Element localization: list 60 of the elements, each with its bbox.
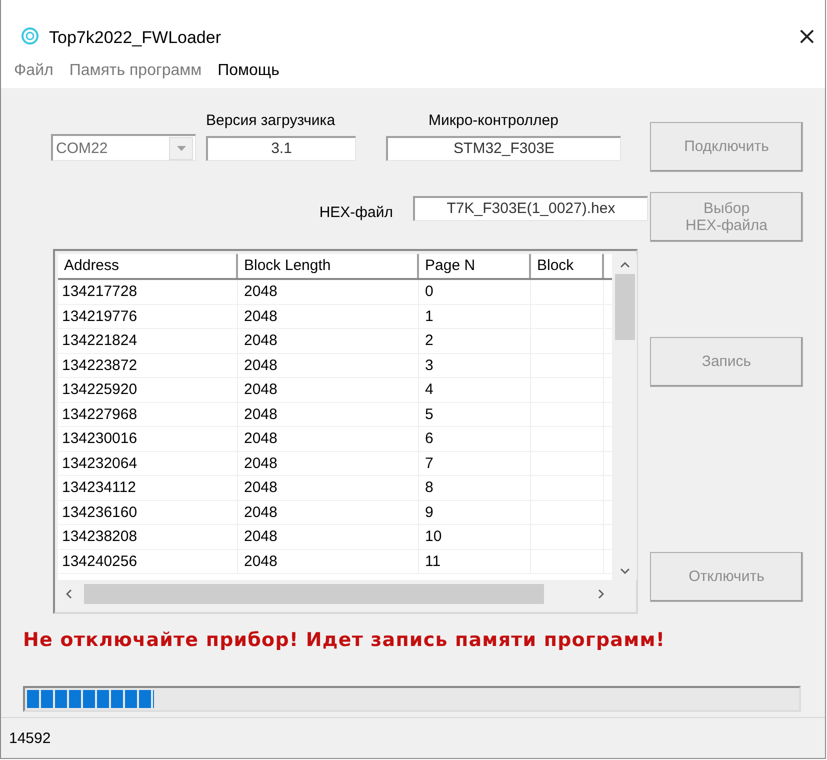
table-cell: 7 (419, 452, 531, 475)
caret-icon (176, 146, 186, 150)
table-cell: 10 (419, 525, 531, 548)
status-text: 14592 (9, 730, 51, 746)
scroll-left-icon[interactable] (66, 588, 72, 598)
table-cell: 4 (419, 378, 531, 402)
table-cell: 2048 (238, 329, 419, 352)
table-cell: 0 (419, 280, 531, 304)
table-cell: 134230016 (58, 427, 238, 450)
app-icon (21, 27, 39, 45)
table-cell: 134223872 (58, 354, 238, 377)
table-cell: 134221824 (58, 329, 238, 352)
column-header[interactable]: Block Length (238, 254, 419, 278)
table-cell: 9 (419, 500, 531, 524)
table-cell: 2048 (238, 452, 419, 475)
field-label: Микро-контроллер (428, 112, 560, 130)
table-cell: 134232064 (58, 452, 238, 475)
table-cell: 2048 (238, 304, 419, 328)
table-cell: 11 (419, 550, 531, 573)
table-cell: 2048 (238, 378, 419, 402)
table-cell: 6 (419, 427, 531, 450)
table-cell: 2048 (238, 280, 419, 304)
scroll-up-icon[interactable] (620, 262, 630, 268)
table-cell: 134240256 (58, 550, 238, 573)
table-cell: 134238208 (58, 525, 238, 548)
table-cell: 5 (419, 402, 531, 426)
field-label: Версия загрузчика (206, 112, 336, 130)
table-cell: 134217728 (58, 280, 238, 304)
column-header[interactable]: Address (58, 254, 238, 278)
version-field: 3.1 (206, 136, 356, 161)
column-header[interactable]: Page N (419, 254, 531, 278)
hex-file-field: T7K_F303E(1_0027).hex (413, 196, 648, 221)
table-cell: 134219776 (58, 304, 238, 328)
scroll-right-icon[interactable] (598, 588, 604, 598)
table-cell: 3 (419, 354, 531, 377)
controller-field: STM32_F303E (386, 136, 621, 161)
table-cell: 1 (419, 304, 531, 328)
table-cell: 2048 (238, 525, 419, 548)
menu-item[interactable]: Помощь (218, 62, 280, 80)
scroll-thumb[interactable] (84, 584, 544, 604)
table-cell: 2048 (238, 500, 419, 524)
table-cell: 2048 (238, 402, 419, 426)
table-cell: 134225920 (58, 378, 238, 402)
table-cell: 2 (419, 329, 531, 352)
column-header[interactable]: Block (531, 254, 604, 278)
warning-message: Не отключайте прибор! Идет запись памяти программ! (23, 629, 666, 651)
window-title: Top7k2022_FWLoader (49, 28, 222, 48)
table-cell: 134227968 (58, 402, 238, 426)
scroll-thumb[interactable] (614, 274, 634, 340)
table-cell: 134236160 (58, 500, 238, 524)
table-cell: 2048 (238, 354, 419, 377)
table-cell: 2048 (238, 427, 419, 450)
table-cell: 134234112 (58, 476, 238, 500)
scroll-down-icon[interactable] (620, 568, 630, 574)
table-cell: 2048 (238, 550, 419, 573)
table-cell: 8 (419, 476, 531, 500)
table-cell: 2048 (238, 476, 419, 500)
field-label: HEX-файл (319, 204, 393, 221)
vertical-scrollbar[interactable] (612, 254, 637, 580)
close-button[interactable]: × (796, 24, 817, 48)
